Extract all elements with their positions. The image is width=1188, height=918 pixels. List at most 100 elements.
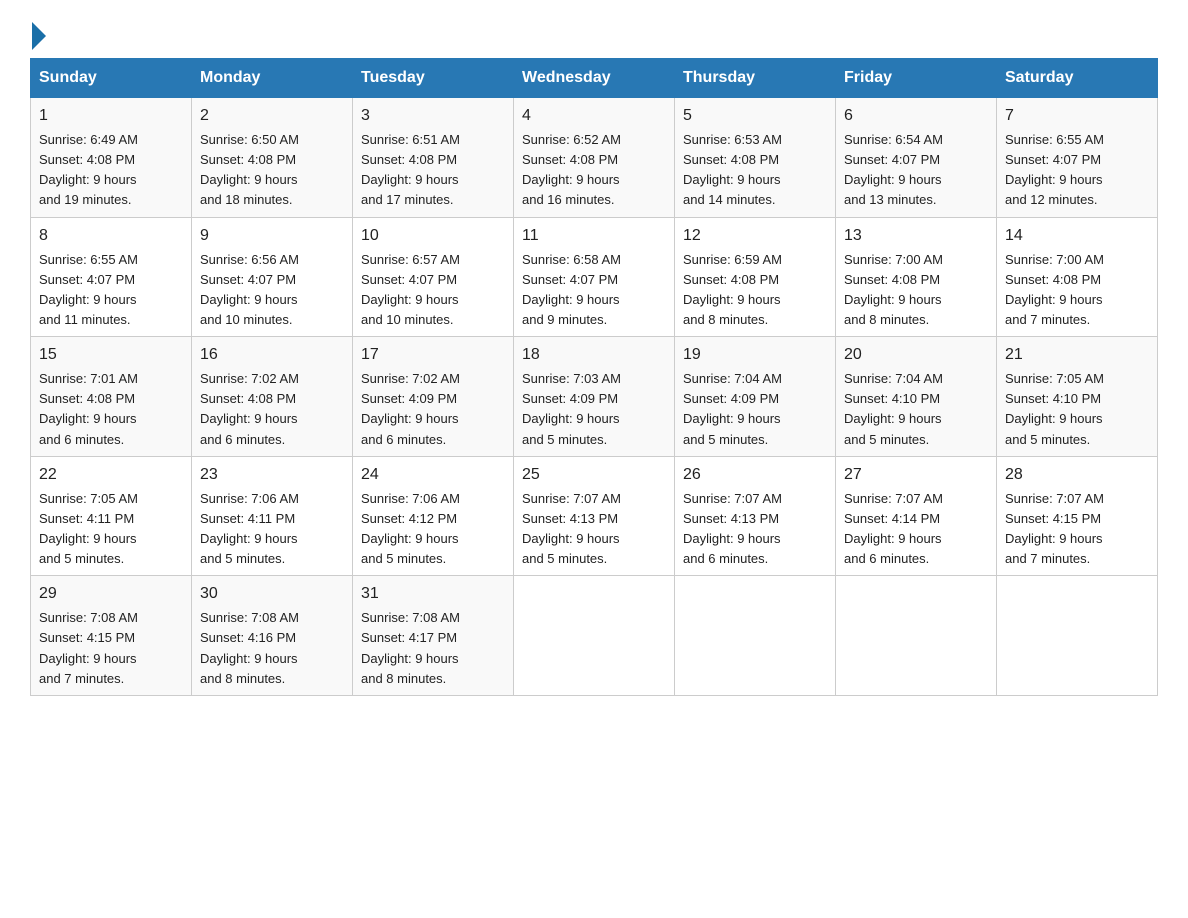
calendar-cell: 3Sunrise: 6:51 AM Sunset: 4:08 PM Daylig… <box>353 98 514 218</box>
day-info: Sunrise: 7:03 AM Sunset: 4:09 PM Dayligh… <box>522 369 666 450</box>
day-number: 13 <box>844 224 988 248</box>
day-info: Sunrise: 6:59 AM Sunset: 4:08 PM Dayligh… <box>683 250 827 331</box>
day-info: Sunrise: 6:56 AM Sunset: 4:07 PM Dayligh… <box>200 250 344 331</box>
day-number: 15 <box>39 343 183 367</box>
calendar-cell: 15Sunrise: 7:01 AM Sunset: 4:08 PM Dayli… <box>31 337 192 457</box>
calendar-cell: 22Sunrise: 7:05 AM Sunset: 4:11 PM Dayli… <box>31 456 192 576</box>
day-number: 26 <box>683 463 827 487</box>
day-info: Sunrise: 6:57 AM Sunset: 4:07 PM Dayligh… <box>361 250 505 331</box>
calendar-cell: 18Sunrise: 7:03 AM Sunset: 4:09 PM Dayli… <box>514 337 675 457</box>
calendar-cell: 5Sunrise: 6:53 AM Sunset: 4:08 PM Daylig… <box>675 98 836 218</box>
logo-arrow-icon <box>32 22 46 50</box>
calendar-cell: 25Sunrise: 7:07 AM Sunset: 4:13 PM Dayli… <box>514 456 675 576</box>
calendar-cell: 12Sunrise: 6:59 AM Sunset: 4:08 PM Dayli… <box>675 217 836 337</box>
day-info: Sunrise: 6:55 AM Sunset: 4:07 PM Dayligh… <box>39 250 183 331</box>
day-number: 22 <box>39 463 183 487</box>
day-number: 10 <box>361 224 505 248</box>
col-header-friday: Friday <box>836 59 997 98</box>
day-info: Sunrise: 7:07 AM Sunset: 4:14 PM Dayligh… <box>844 489 988 570</box>
day-number: 30 <box>200 582 344 606</box>
calendar-cell: 9Sunrise: 6:56 AM Sunset: 4:07 PM Daylig… <box>192 217 353 337</box>
day-info: Sunrise: 6:58 AM Sunset: 4:07 PM Dayligh… <box>522 250 666 331</box>
day-number: 4 <box>522 104 666 128</box>
day-info: Sunrise: 7:05 AM Sunset: 4:10 PM Dayligh… <box>1005 369 1149 450</box>
day-info: Sunrise: 7:02 AM Sunset: 4:09 PM Dayligh… <box>361 369 505 450</box>
day-info: Sunrise: 7:07 AM Sunset: 4:13 PM Dayligh… <box>683 489 827 570</box>
calendar-cell: 28Sunrise: 7:07 AM Sunset: 4:15 PM Dayli… <box>997 456 1158 576</box>
calendar-cell: 26Sunrise: 7:07 AM Sunset: 4:13 PM Dayli… <box>675 456 836 576</box>
calendar-cell <box>997 576 1158 696</box>
calendar-cell: 19Sunrise: 7:04 AM Sunset: 4:09 PM Dayli… <box>675 337 836 457</box>
calendar-cell <box>675 576 836 696</box>
day-number: 1 <box>39 104 183 128</box>
day-info: Sunrise: 6:55 AM Sunset: 4:07 PM Dayligh… <box>1005 130 1149 211</box>
day-number: 11 <box>522 224 666 248</box>
day-info: Sunrise: 7:04 AM Sunset: 4:09 PM Dayligh… <box>683 369 827 450</box>
day-number: 20 <box>844 343 988 367</box>
day-info: Sunrise: 7:06 AM Sunset: 4:12 PM Dayligh… <box>361 489 505 570</box>
day-info: Sunrise: 7:02 AM Sunset: 4:08 PM Dayligh… <box>200 369 344 450</box>
day-number: 27 <box>844 463 988 487</box>
day-number: 3 <box>361 104 505 128</box>
day-info: Sunrise: 7:08 AM Sunset: 4:17 PM Dayligh… <box>361 608 505 689</box>
calendar-cell: 4Sunrise: 6:52 AM Sunset: 4:08 PM Daylig… <box>514 98 675 218</box>
calendar-cell: 29Sunrise: 7:08 AM Sunset: 4:15 PM Dayli… <box>31 576 192 696</box>
day-info: Sunrise: 6:51 AM Sunset: 4:08 PM Dayligh… <box>361 130 505 211</box>
day-number: 16 <box>200 343 344 367</box>
calendar-cell: 7Sunrise: 6:55 AM Sunset: 4:07 PM Daylig… <box>997 98 1158 218</box>
calendar-cell: 14Sunrise: 7:00 AM Sunset: 4:08 PM Dayli… <box>997 217 1158 337</box>
calendar-cell: 11Sunrise: 6:58 AM Sunset: 4:07 PM Dayli… <box>514 217 675 337</box>
calendar-cell: 24Sunrise: 7:06 AM Sunset: 4:12 PM Dayli… <box>353 456 514 576</box>
calendar-cell: 17Sunrise: 7:02 AM Sunset: 4:09 PM Dayli… <box>353 337 514 457</box>
calendar-cell: 8Sunrise: 6:55 AM Sunset: 4:07 PM Daylig… <box>31 217 192 337</box>
calendar-cell: 2Sunrise: 6:50 AM Sunset: 4:08 PM Daylig… <box>192 98 353 218</box>
day-info: Sunrise: 7:06 AM Sunset: 4:11 PM Dayligh… <box>200 489 344 570</box>
day-info: Sunrise: 6:50 AM Sunset: 4:08 PM Dayligh… <box>200 130 344 211</box>
calendar-cell: 20Sunrise: 7:04 AM Sunset: 4:10 PM Dayli… <box>836 337 997 457</box>
day-number: 28 <box>1005 463 1149 487</box>
day-number: 18 <box>522 343 666 367</box>
calendar-cell: 16Sunrise: 7:02 AM Sunset: 4:08 PM Dayli… <box>192 337 353 457</box>
calendar-cell: 27Sunrise: 7:07 AM Sunset: 4:14 PM Dayli… <box>836 456 997 576</box>
col-header-monday: Monday <box>192 59 353 98</box>
day-number: 14 <box>1005 224 1149 248</box>
day-info: Sunrise: 7:05 AM Sunset: 4:11 PM Dayligh… <box>39 489 183 570</box>
calendar-cell: 31Sunrise: 7:08 AM Sunset: 4:17 PM Dayli… <box>353 576 514 696</box>
day-info: Sunrise: 7:07 AM Sunset: 4:15 PM Dayligh… <box>1005 489 1149 570</box>
calendar-cell: 6Sunrise: 6:54 AM Sunset: 4:07 PM Daylig… <box>836 98 997 218</box>
day-number: 19 <box>683 343 827 367</box>
day-number: 5 <box>683 104 827 128</box>
day-number: 29 <box>39 582 183 606</box>
day-info: Sunrise: 7:00 AM Sunset: 4:08 PM Dayligh… <box>844 250 988 331</box>
calendar-table: SundayMondayTuesdayWednesdayThursdayFrid… <box>30 58 1158 696</box>
calendar-cell: 13Sunrise: 7:00 AM Sunset: 4:08 PM Dayli… <box>836 217 997 337</box>
calendar-week-row: 15Sunrise: 7:01 AM Sunset: 4:08 PM Dayli… <box>31 337 1158 457</box>
calendar-cell: 23Sunrise: 7:06 AM Sunset: 4:11 PM Dayli… <box>192 456 353 576</box>
calendar-week-row: 1Sunrise: 6:49 AM Sunset: 4:08 PM Daylig… <box>31 98 1158 218</box>
calendar-header-row: SundayMondayTuesdayWednesdayThursdayFrid… <box>31 59 1158 98</box>
col-header-thursday: Thursday <box>675 59 836 98</box>
day-number: 7 <box>1005 104 1149 128</box>
day-info: Sunrise: 7:04 AM Sunset: 4:10 PM Dayligh… <box>844 369 988 450</box>
day-number: 6 <box>844 104 988 128</box>
calendar-week-row: 8Sunrise: 6:55 AM Sunset: 4:07 PM Daylig… <box>31 217 1158 337</box>
day-info: Sunrise: 7:08 AM Sunset: 4:15 PM Dayligh… <box>39 608 183 689</box>
day-info: Sunrise: 7:00 AM Sunset: 4:08 PM Dayligh… <box>1005 250 1149 331</box>
calendar-cell: 21Sunrise: 7:05 AM Sunset: 4:10 PM Dayli… <box>997 337 1158 457</box>
day-info: Sunrise: 7:08 AM Sunset: 4:16 PM Dayligh… <box>200 608 344 689</box>
day-number: 17 <box>361 343 505 367</box>
col-header-sunday: Sunday <box>31 59 192 98</box>
calendar-cell: 30Sunrise: 7:08 AM Sunset: 4:16 PM Dayli… <box>192 576 353 696</box>
col-header-wednesday: Wednesday <box>514 59 675 98</box>
day-info: Sunrise: 6:49 AM Sunset: 4:08 PM Dayligh… <box>39 130 183 211</box>
day-number: 31 <box>361 582 505 606</box>
logo <box>30 20 48 48</box>
calendar-cell <box>514 576 675 696</box>
calendar-cell <box>836 576 997 696</box>
day-number: 24 <box>361 463 505 487</box>
calendar-week-row: 29Sunrise: 7:08 AM Sunset: 4:15 PM Dayli… <box>31 576 1158 696</box>
day-number: 2 <box>200 104 344 128</box>
day-info: Sunrise: 6:53 AM Sunset: 4:08 PM Dayligh… <box>683 130 827 211</box>
day-number: 25 <box>522 463 666 487</box>
day-info: Sunrise: 6:52 AM Sunset: 4:08 PM Dayligh… <box>522 130 666 211</box>
